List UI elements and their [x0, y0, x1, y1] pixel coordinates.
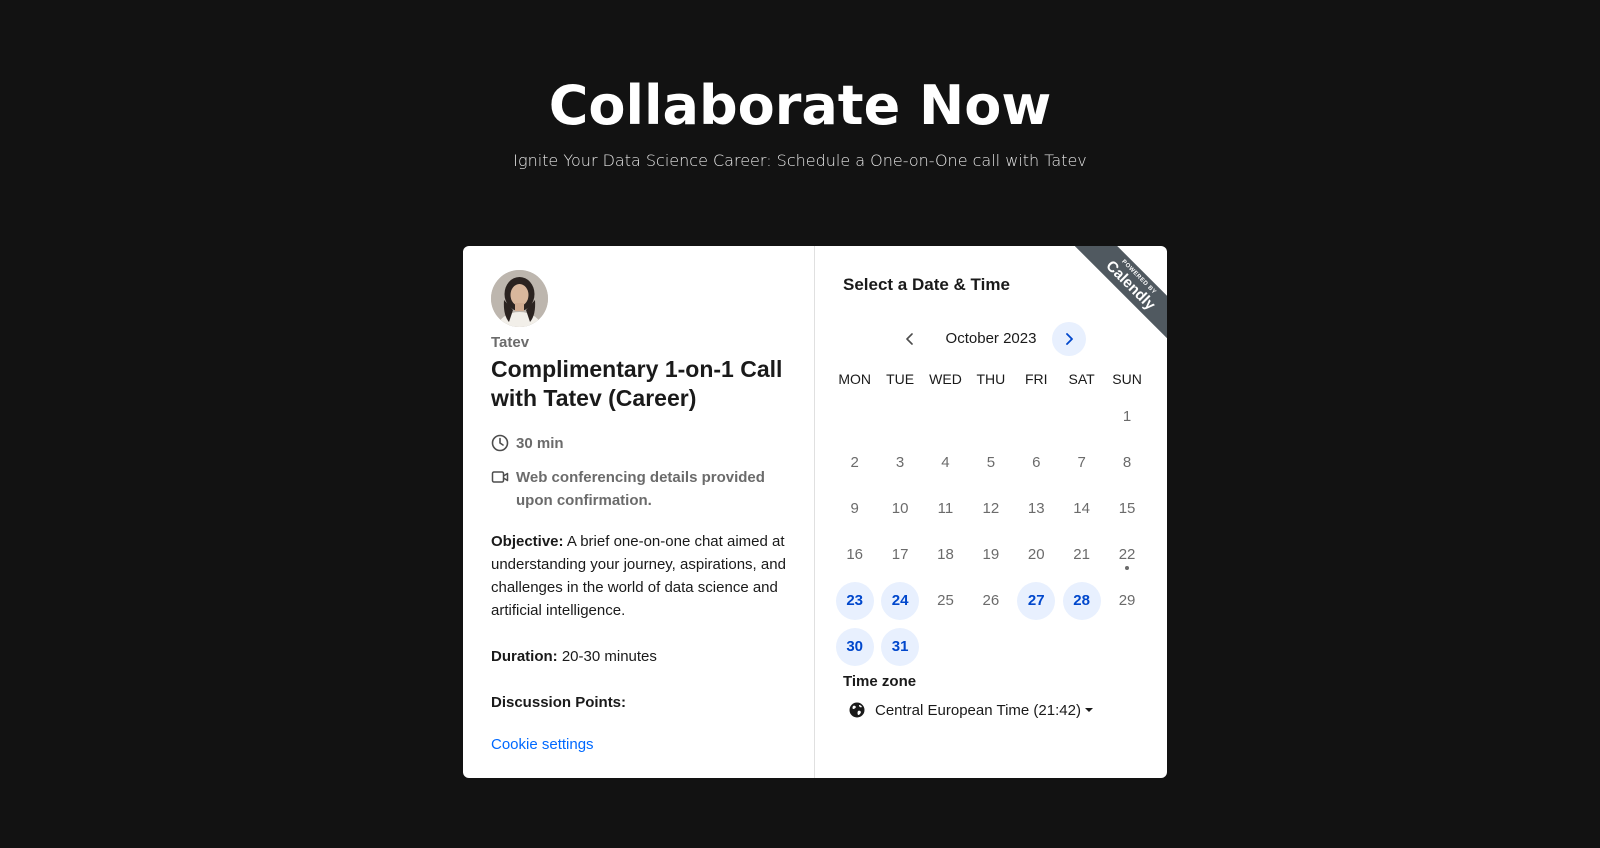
event-location: Web conferencing details provided upon c…	[491, 466, 781, 512]
calendar-day: 18	[937, 546, 954, 563]
calendar-day: 29	[1118, 592, 1136, 609]
calendar-day: 5	[986, 454, 996, 471]
calendar-day: 7	[1077, 454, 1086, 471]
cookie-settings-link[interactable]: Cookie settings	[491, 736, 594, 753]
clock-icon	[491, 434, 509, 452]
calendar-day: 1	[1122, 408, 1132, 425]
calendar-day: 13	[1027, 500, 1045, 517]
page-subtitle: Ignite Your Data Science Career: Schedul…	[513, 151, 1087, 170]
calendar-day: 20	[1027, 546, 1045, 563]
calendar-day-available[interactable]: 30	[835, 628, 874, 666]
calendar-day: 16	[846, 546, 864, 563]
event-title: Complimentary 1-on-1 Call with Tatev (Ca…	[491, 356, 783, 411]
scheduling-widget: Tatev Complimentary 1-on-1 Call with Tat…	[463, 246, 1167, 778]
timezone-value: Central European Time (21:42)	[875, 701, 1081, 719]
calendar-week-row: 30 31	[832, 624, 1150, 670]
event-details-panel: Tatev Complimentary 1-on-1 Call with Tat…	[463, 246, 815, 778]
calendar-day: 3	[895, 454, 905, 471]
event-objective: Objective: A brief one-on-one chat aimed…	[491, 530, 791, 622]
discussion-points: Discussion Points:	[491, 691, 791, 714]
event-duration-description: Duration: 20-30 minutes	[491, 645, 791, 668]
calendar-day: 9	[850, 500, 859, 517]
chevron-right-icon	[1066, 333, 1073, 345]
page-title: Collaborate Now	[548, 74, 1052, 137]
calendar-grid: MON TUE WED THU FRI SAT SUN 1 2 3 4 5 6 7 8 9 10 1…	[832, 368, 1150, 670]
calendar-week-row: 2 3 4 5 6 7 8	[832, 440, 1150, 486]
discussion-label: Discussion Points:	[491, 694, 627, 711]
weekday-label: SAT	[1068, 371, 1095, 387]
select-date-heading: Select a Date & Time	[843, 275, 1010, 294]
calendar-day: 21	[1073, 546, 1090, 563]
next-month-button[interactable]	[1052, 322, 1086, 356]
event-duration-label: 30 min	[516, 435, 564, 452]
calendar-day-available[interactable]: 28	[1062, 582, 1101, 620]
globe-icon	[849, 702, 865, 718]
calendar-week-row: 16 17 18 19 20 21 22	[832, 532, 1150, 578]
weekday-label: WED	[929, 371, 962, 387]
host-name: Tatev	[491, 334, 530, 351]
host-avatar-image	[491, 270, 548, 327]
calendar-week-row: 23 24 25 26 27 28 29	[832, 578, 1150, 624]
weekday-label: TUE	[886, 371, 915, 387]
timezone-label: Time zone	[843, 673, 917, 690]
video-camera-icon	[491, 471, 509, 483]
calendar-day-available[interactable]: 31	[881, 628, 920, 666]
calendar-day: 10	[891, 500, 909, 517]
objective-label: Objective:	[491, 533, 564, 550]
calendar-day: 19	[982, 546, 1000, 563]
calendar-day: 6	[1032, 454, 1041, 471]
calendar-day: 2	[850, 454, 859, 471]
current-month: October 2023	[945, 330, 1037, 347]
date-picker-panel: POWERED BY Calendly Select a Date & Time…	[815, 246, 1167, 778]
host-avatar	[491, 270, 548, 327]
calendar-day: 25	[937, 592, 954, 609]
calendar-day-available[interactable]: 24	[881, 582, 920, 620]
calendar-day: 26	[982, 592, 1000, 609]
weekday-label: MON	[838, 371, 872, 387]
calendar-day: 4	[941, 454, 950, 471]
calendar-day: 11	[937, 500, 954, 517]
weekday-label: THU	[976, 371, 1006, 387]
calendar-week-row: 1	[832, 394, 1150, 440]
chevron-left-icon	[906, 333, 913, 345]
caret-down-icon	[1084, 708, 1093, 712]
calendar-day: 14	[1073, 500, 1090, 517]
weekday-header-row: MON TUE WED THU FRI SAT SUN	[832, 368, 1150, 390]
calendar-day: 15	[1118, 500, 1136, 517]
calendar-weeks: 1 2 3 4 5 6 7 8 9 10 11 12 13 14 15 16 17 18 19 20 21 22 23 24 2…	[832, 394, 1150, 670]
timezone-select[interactable]: Central European Time (21:42)	[849, 697, 1093, 723]
calendar-day: 8	[1122, 454, 1132, 471]
event-duration: 30 min	[491, 432, 564, 455]
duration-label: Duration:	[491, 648, 558, 665]
previous-month-button[interactable]	[893, 322, 927, 356]
calendar-week-row: 9 10 11 12 13 14 15	[832, 486, 1150, 532]
weekday-label: SUN	[1112, 371, 1142, 387]
calendar-day-available[interactable]: 23	[835, 582, 874, 620]
event-location-text: Web conferencing details provided upon c…	[516, 469, 765, 509]
duration-text: 20-30 minutes	[561, 648, 657, 665]
calendar-day: 22	[1108, 536, 1146, 574]
month-navigation: October 2023	[815, 322, 1167, 356]
calendar-day: 12	[982, 500, 1000, 517]
calendar-day-available[interactable]: 27	[1017, 582, 1056, 620]
calendar-day: 17	[891, 546, 909, 563]
weekday-label: FRI	[1024, 371, 1048, 387]
